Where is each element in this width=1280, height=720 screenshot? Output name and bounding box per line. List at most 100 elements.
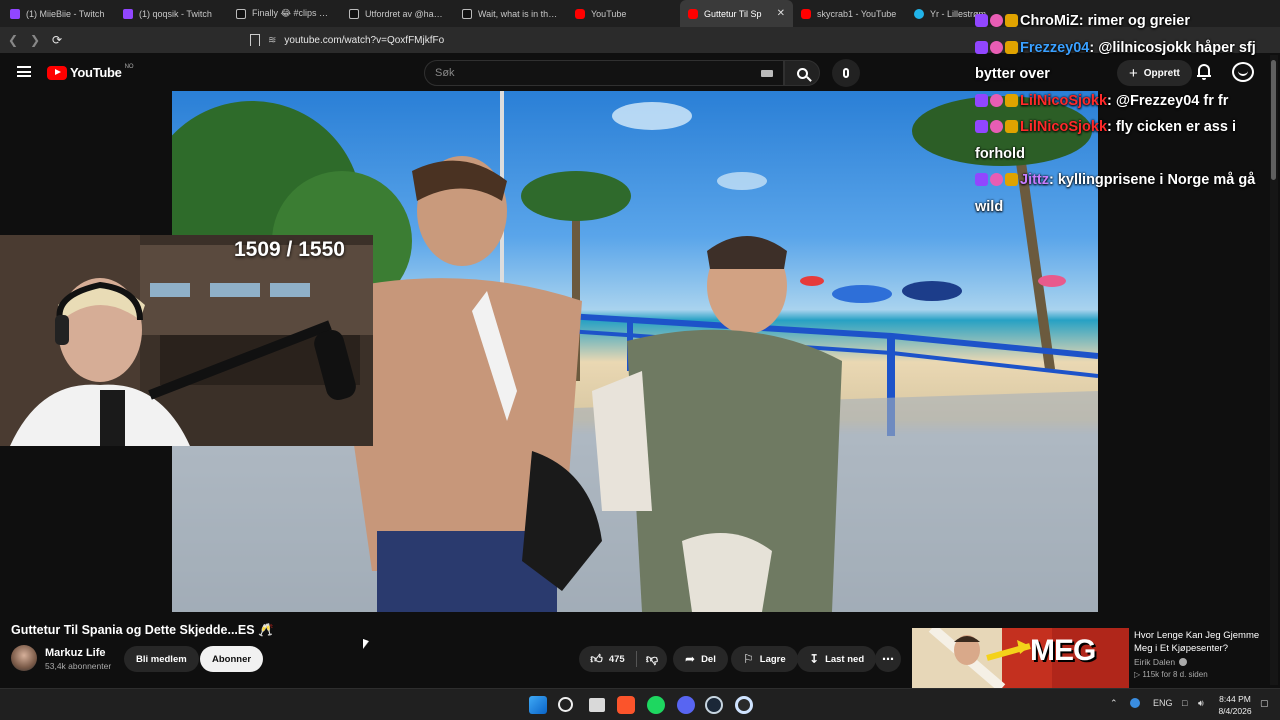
youtube-icon [575,8,585,19]
site-settings-icon[interactable]: ≋ [268,35,276,46]
url-field[interactable]: ≋ youtube.com/watch?v=QoxfFMjkfFo [250,30,950,50]
system-clock[interactable]: 8:44 PM 8/4/2026 [1213,693,1257,717]
language-indicator[interactable]: ENG [1153,698,1173,708]
channel-name[interactable]: Markuz Life [45,647,106,659]
mouse-cursor [363,638,369,652]
chat-badge-icon [975,120,988,133]
taskbar-search-icon[interactable] [558,697,573,712]
download-button[interactable]: ↧ Last ned [797,646,877,672]
youtube-logo[interactable]: YouTube NO [47,63,134,80]
tiktok-icon [236,8,246,19]
youtube-logo-text: YouTube [70,65,122,80]
chat-badge-icon [1005,40,1018,54]
scrollbar-thumb[interactable] [1271,60,1276,180]
url-text[interactable]: youtube.com/watch?v=QoxfFMjkfFo [284,35,444,46]
tab-label: skycrab1 - YouTube [817,8,897,19]
stream-chat-overlay: ChroMiZ: rimer og greier Frezzey04: @liln… [975,8,1270,220]
chat-badge-icon [1005,93,1018,107]
sub-goal-counter: 1509 / 1550 [234,238,345,261]
browser-tab[interactable]: Wait, what is in that w [454,0,567,27]
close-tab-icon[interactable]: ✕ [777,8,785,19]
chat-message: LilNicoSjokk: @Frezzey04 fr fr [975,88,1270,115]
recommended-age: for 8 d. siden [1161,670,1208,679]
youtube-icon [688,8,698,19]
tab-label: (1) qoqsik - Twitch [139,8,212,19]
tab-label: Guttetur Til Sp [704,8,762,19]
twitch-icon [10,8,20,19]
recommended-views: 115k [1142,670,1160,679]
chat-username: Frezzey04 [1020,39,1090,56]
tiktok-icon [462,8,472,19]
browser-tab[interactable]: Finally 😂 #clips #twi [228,0,341,27]
thumbnail-art [912,628,1129,688]
like-dislike-group: 👍︎ 475 👎︎ [579,646,667,672]
browser-tab[interactable]: YouTube [567,0,680,27]
notification-center-icon[interactable]: ▢ [1260,698,1269,709]
recommended-channel[interactable]: Eirik Dalen [1134,657,1175,667]
clock-time: 8:44 PM [1219,694,1251,704]
save-label: Lagre [759,653,786,665]
browser-tab[interactable]: (1) MiieBiie - Twitch [2,0,115,27]
search-input[interactable] [435,67,735,79]
like-button[interactable]: 👍︎ 475 [579,646,636,672]
download-icon: ↧ [809,652,820,666]
chat-text: rimer og greier [1087,13,1190,29]
recommended-title[interactable]: Hvor Lenge Kan Jeg Gjemme Meg i Et Kjøpe… [1134,629,1269,655]
twitch-icon [123,8,133,19]
region-code: NO [124,63,134,70]
tiktok-icon [349,8,359,19]
chat-badge-icon [975,93,988,107]
recommended-thumbnail[interactable]: MEG [912,628,1129,688]
menu-icon[interactable] [17,66,31,77]
thumbs-down-icon: 👎︎ [645,652,659,666]
chat-badge-icon [990,120,1003,133]
chat-badge-icon [990,173,1003,186]
file-explorer-icon[interactable] [589,698,605,712]
share-arrow-icon: ➦ [685,652,696,666]
network-icon[interactable]: □ [1182,698,1187,708]
spotify-icon[interactable] [647,696,665,714]
tab-label: (1) MiieBiie - Twitch [26,8,105,19]
browser-tab[interactable]: Utfordret av @handen [341,0,454,27]
thumbnail-text: MEG [1030,634,1096,667]
brave-browser-icon[interactable] [617,696,635,714]
search-button[interactable] [784,60,820,86]
tab-label: Utfordret av @handen [365,8,446,19]
keyboard-icon[interactable] [761,70,773,77]
yr-icon [914,8,924,19]
windows-taskbar: ⌃ ENG □ 🔊︎ 8:44 PM 8/4/2026 ▢ [0,688,1280,720]
dislike-button[interactable]: 👎︎ [637,646,667,672]
discord-icon[interactable] [677,696,695,714]
forward-arrow-icon[interactable]: ❯ [24,29,46,51]
volume-icon[interactable]: 🔊︎ [1198,698,1204,709]
tray-app-icon[interactable] [1130,698,1140,708]
browser-tab[interactable]: Guttetur Til Sp ✕ [680,0,793,27]
subscribe-button[interactable]: Abonner [200,646,264,672]
tab-label: Finally 😂 #clips #twi [252,8,333,18]
browser-tab[interactable]: skycrab1 - YouTube [793,0,906,27]
join-button[interactable]: Bli medlem [124,646,199,672]
app-c-icon[interactable] [735,696,753,714]
verified-check-icon [1179,658,1188,666]
save-bookmark-icon: ⚐ [743,652,754,666]
browser-tab[interactable]: (1) qoqsik - Twitch [115,0,228,27]
share-button[interactable]: ➦ Del [673,646,728,672]
tray-overflow-icon[interactable]: ⌃ [1110,698,1118,709]
channel-avatar[interactable] [11,645,37,671]
reload-icon[interactable]: ⟳ [46,29,68,51]
windows-start-icon[interactable] [529,696,547,714]
more-actions-button[interactable]: ⋯ [875,646,901,672]
chat-message: Frezzey04: @lilnicosjokk håper sfj bytte… [975,35,1270,88]
youtube-play-icon [47,65,67,80]
bookmark-icon[interactable] [250,34,260,46]
steam-icon[interactable] [705,696,723,714]
save-button[interactable]: ⚐ Lagre [731,646,798,672]
search-box [424,60,784,86]
youtube-icon [801,8,811,19]
video-title: Guttetur Til Spania og Dette Skjedde...E… [11,623,274,637]
like-count: 475 [608,653,625,665]
chat-username: LilNicoSjokk [1020,119,1108,135]
chat-badge-icon [975,40,988,54]
back-arrow-icon[interactable]: ❮ [2,29,24,51]
voice-search-button[interactable] [832,59,860,87]
